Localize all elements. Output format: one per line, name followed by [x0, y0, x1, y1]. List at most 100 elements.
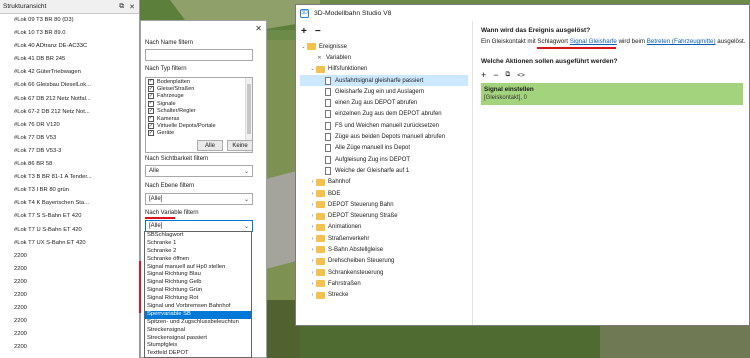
chevron-right-icon[interactable]: › — [309, 236, 316, 242]
structure-item[interactable]: 2200 — [0, 328, 139, 341]
checkbox[interactable]: ✓ — [148, 86, 154, 93]
variable-option[interactable]: Signal Richtung Gelb — [145, 279, 251, 287]
tree-node[interactable]: › Schrankensteuerung — [300, 267, 468, 278]
add-icon[interactable]: + — [301, 27, 307, 37]
name-filter-input[interactable] — [145, 49, 253, 61]
checkbox[interactable]: ✓ — [148, 115, 154, 122]
type-checkbox-item[interactable]: ✓ Geräte — [146, 130, 252, 137]
tree-node[interactable]: ⌄ Hilfsfunktionen — [300, 64, 468, 75]
checkbox[interactable]: ✓ — [148, 93, 154, 100]
tree-node[interactable]: Alle Züge manuell ins Depot — [300, 143, 468, 154]
chevron-down-icon[interactable]: ⌄ — [300, 44, 307, 50]
structure-item[interactable]: 2200 — [0, 302, 139, 315]
chevron-right-icon[interactable]: › — [309, 191, 316, 197]
tree-node[interactable]: FS und Weichen manuell zurücksetzen — [300, 120, 468, 131]
action-item[interactable]: Signal einstellen [Gleiskontakt], 0 — [481, 83, 743, 105]
chevron-right-icon[interactable]: › — [309, 247, 316, 253]
structure-item[interactable]: #Lok 10 T3 BR 89.0 — [0, 27, 139, 40]
variable-option[interactable]: Sperrvariable SB — [145, 310, 251, 319]
tree-node[interactable]: ⌄ Ereignisse — [300, 41, 468, 52]
chevron-right-icon[interactable]: › — [309, 213, 316, 219]
layer-select[interactable]: [Alle] ⌄ — [145, 193, 253, 205]
structure-item[interactable]: #Lok 77 DB V53-3 — [0, 145, 139, 158]
variable-option[interactable]: Signal und Vorbremsen Bahnhof — [145, 303, 251, 311]
structure-item[interactable]: #Lok T7 UX S-Bahn ET 420 — [0, 237, 139, 250]
visibility-select[interactable]: Alle ⌄ — [145, 165, 253, 177]
checkbox[interactable]: ✓ — [148, 100, 154, 107]
tree-node[interactable]: › Strecke — [300, 290, 468, 301]
tree-node[interactable]: Ausfahrtsignal gleisharfe passiert — [300, 74, 468, 87]
structure-item[interactable]: #Lok 67-2 DB 212 Netz Not... — [0, 106, 139, 119]
tree-node[interactable]: Züge aus beiden Depots manuell abrufen — [300, 131, 468, 142]
structure-item[interactable]: #Lok 09 T3 BR 80 (D3) — [0, 14, 139, 27]
tree-node[interactable]: ✕ Variablen — [300, 52, 468, 63]
tree-node[interactable]: einzelnen Zug aus dem DEPOT abrufen — [300, 109, 468, 120]
tree-node[interactable]: › BDE — [300, 188, 468, 199]
structure-item[interactable]: 2200 — [0, 341, 139, 354]
chevron-down-icon[interactable]: ⌄ — [309, 66, 316, 72]
tree-node[interactable]: › Straßenverkehr — [300, 233, 468, 244]
structure-item[interactable]: #Lok 66 Gleisbau DieselLok... — [0, 79, 139, 92]
structure-item[interactable]: #Lok T4 K Bayerischen Sta... — [0, 197, 139, 210]
type-checkbox-item[interactable]: ✓ Signale — [146, 100, 252, 107]
tree-node[interactable]: einen Zug aus DEPOT abrufen — [300, 97, 468, 108]
structure-item[interactable]: 2200 — [0, 250, 139, 263]
keyword-link[interactable]: Signal Gleisharfe — [570, 38, 617, 45]
select-all-button[interactable]: Alle — [197, 140, 223, 151]
tree-node[interactable]: Gleisharfe Zug ein und Auslagern — [300, 86, 468, 97]
checkbox[interactable]: ✓ — [148, 78, 154, 85]
structure-item[interactable]: #Lok T7 S S-Bahn ET 420 — [0, 210, 139, 223]
chevron-right-icon[interactable]: › — [309, 258, 316, 264]
chevron-right-icon[interactable]: › — [309, 224, 316, 230]
variable-option[interactable]: Signal manuell auf Hp0 stellen — [145, 264, 251, 272]
variable-option[interactable]: Schranke 1 — [145, 240, 251, 248]
tree-node[interactable]: › Fahrstraßen — [300, 278, 468, 289]
structure-item[interactable]: #Lok 67 DB 212 Netz Notfal... — [0, 93, 139, 106]
variable-option[interactable]: Signal Richtung Rot — [145, 295, 251, 303]
close-icon[interactable]: ✕ — [129, 3, 135, 11]
type-checkbox-item[interactable]: ✓ Schalter/Regler — [146, 108, 252, 115]
type-checkbox-item[interactable]: ✓ Virtuelle Depots/Portale — [146, 122, 252, 130]
chevron-right-icon[interactable]: › — [309, 179, 316, 185]
structure-item[interactable]: 2200 — [0, 289, 139, 302]
structure-item[interactable]: #Lok 77 DB V53 — [0, 132, 139, 145]
checkbox[interactable]: ✓ — [148, 108, 154, 115]
type-checkbox-item[interactable]: ✓ Bodenplatten — [146, 78, 252, 85]
tree-node[interactable]: › DEPOT Steuerung Bahn — [300, 199, 468, 210]
variable-option[interactable]: Schranke öffnen — [145, 256, 251, 264]
checkbox[interactable]: ✓ — [148, 130, 154, 137]
remove-icon[interactable]: − — [493, 70, 498, 80]
structure-item[interactable]: 2200 — [0, 315, 139, 328]
variable-option[interactable]: SBSchlagwort — [145, 232, 251, 240]
structure-item[interactable]: #Lok 40 ADtranz DE-AC33C — [0, 40, 139, 53]
structure-item[interactable]: #Lok 42 GüterTriebwagen — [0, 66, 139, 79]
tree-node[interactable]: › Drehscheiben Steuerung — [300, 256, 468, 267]
copy-icon[interactable]: ⧉ — [506, 71, 511, 79]
popout-icon[interactable]: ⧉ — [119, 3, 124, 11]
select-none-button[interactable]: Keine — [227, 140, 253, 151]
chevron-right-icon[interactable]: › — [309, 270, 316, 276]
structure-item[interactable]: #Lok 86 BR 58 — [0, 158, 139, 171]
variable-option[interactable]: Stumpfgleis — [145, 342, 251, 350]
variable-option[interactable]: Schranke 2 — [145, 248, 251, 256]
tree-node[interactable]: › Bahnhof — [300, 177, 468, 188]
remove-icon[interactable]: − — [315, 27, 321, 37]
chevron-right-icon[interactable]: › — [309, 292, 316, 298]
type-checkbox-item[interactable]: ✓ Kameras — [146, 115, 252, 122]
checkbox[interactable]: ✓ — [148, 123, 154, 130]
variable-option[interactable]: Streckensignal — [145, 327, 251, 335]
type-checkbox-item[interactable]: ✓ Gleise/Straßen — [146, 85, 252, 93]
tree-node[interactable]: › Animationen — [300, 222, 468, 233]
structure-item[interactable]: #Lok T7 U S-Bahn ET 420 — [0, 224, 139, 237]
type-checkbox-item[interactable]: ✓ Fahrzeuge — [146, 93, 252, 100]
structure-item[interactable]: #Lok T3 B BR 81-1 A Tender... — [0, 171, 139, 184]
tree-node[interactable]: › S-Bahn Abstellgleise — [300, 244, 468, 255]
variable-option[interactable]: Streckensignal passiert — [145, 335, 251, 343]
code-icon[interactable]: <> — [517, 72, 525, 79]
structure-item[interactable]: #Lok 76 DR V120 — [0, 119, 139, 132]
chevron-right-icon[interactable]: › — [309, 202, 316, 208]
tree-node[interactable]: Aufgleisung Zug ins DEPOT — [300, 154, 468, 165]
chevron-right-icon[interactable]: › — [309, 281, 316, 287]
trigger-mode-link[interactable]: Betreten (Fahrzeugmitte) — [647, 38, 716, 45]
tree-node[interactable]: › DEPOT Steuerung Straße — [300, 210, 468, 221]
